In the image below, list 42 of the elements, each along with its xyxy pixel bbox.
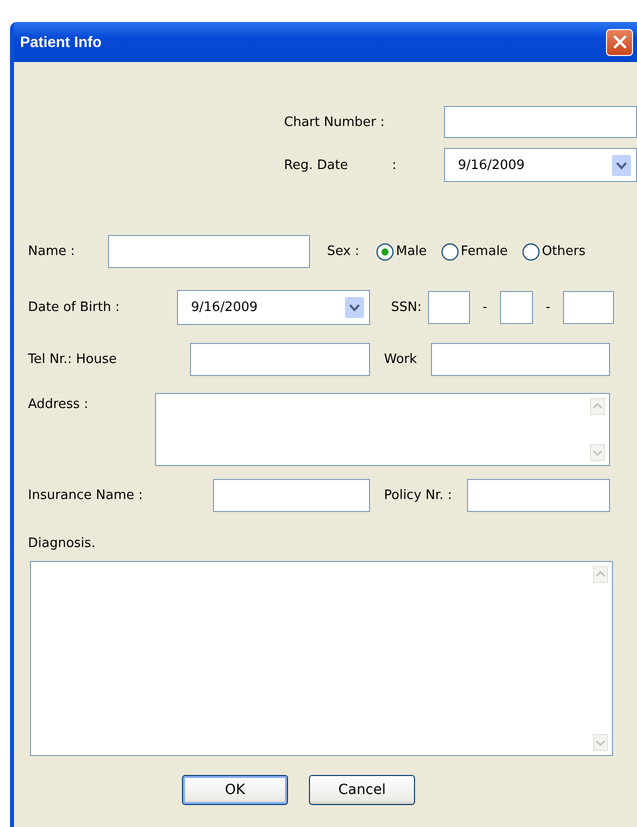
scroll-up-button[interactable] bbox=[593, 566, 608, 583]
field-label: SSN: bbox=[391, 300, 423, 315]
radio-option[interactable]: Female bbox=[440, 242, 508, 260]
house-phone-field[interactable] bbox=[190, 343, 370, 376]
close-icon bbox=[612, 35, 626, 49]
field-label: Insurance Name : bbox=[28, 488, 144, 503]
scroll-down-button[interactable] bbox=[590, 444, 605, 461]
insurance-name-field[interactable] bbox=[213, 479, 370, 512]
name-field[interactable] bbox=[108, 235, 310, 268]
ssn-field[interactable] bbox=[428, 291, 470, 324]
work-phone-field[interactable] bbox=[431, 343, 610, 376]
ok-button[interactable]: OK bbox=[182, 775, 288, 805]
field-label: Chart Number : bbox=[284, 114, 386, 130]
diagnosis-field[interactable] bbox=[30, 561, 613, 756]
field-label: Date of Birth : bbox=[28, 300, 121, 315]
dash-separator: - bbox=[544, 300, 552, 315]
window-title: Patient Info bbox=[20, 34, 102, 50]
colon-label: : bbox=[392, 158, 398, 172]
scroll-down-button[interactable] bbox=[593, 734, 608, 751]
address-field[interactable] bbox=[155, 393, 610, 466]
field-label: Address : bbox=[28, 396, 90, 412]
field-label: Diagnosis. bbox=[28, 536, 96, 551]
scroll-up-button[interactable] bbox=[590, 398, 605, 415]
ssn-field[interactable] bbox=[500, 291, 533, 324]
dash-separator: - bbox=[482, 300, 488, 315]
field-label: Sex : bbox=[327, 244, 360, 259]
radio-option[interactable]: Others bbox=[522, 242, 586, 260]
policy-number-field[interactable] bbox=[467, 479, 610, 512]
caret-icon bbox=[345, 297, 364, 318]
field-label: Policy Nr. : bbox=[384, 488, 454, 503]
field-label: Name : bbox=[28, 244, 76, 259]
field-label: Reg. Date bbox=[284, 158, 350, 172]
radio-option[interactable]: Male bbox=[376, 242, 427, 260]
caret-icon bbox=[612, 155, 631, 176]
chart-number-field[interactable] bbox=[444, 106, 637, 138]
date-picker[interactable]: 9/16/2009 bbox=[444, 148, 637, 182]
cancel-button[interactable]: Cancel bbox=[309, 775, 415, 805]
close-button[interactable] bbox=[606, 28, 633, 56]
ssn-field[interactable] bbox=[563, 291, 614, 324]
date-picker[interactable]: 9/16/2009 bbox=[177, 290, 370, 325]
field-label: Tel Nr.: House bbox=[28, 352, 118, 367]
field-label: Work bbox=[384, 352, 418, 367]
